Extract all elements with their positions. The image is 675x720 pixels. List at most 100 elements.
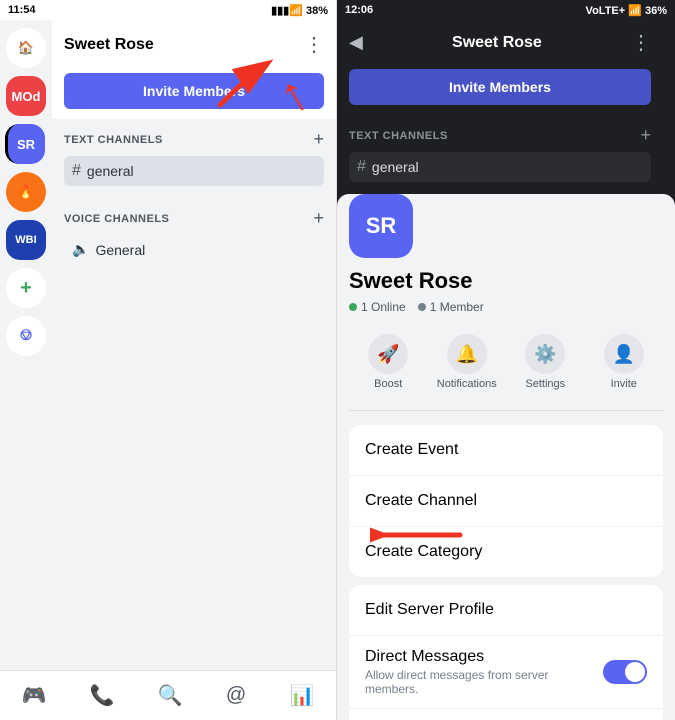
boost-label: Boost	[374, 378, 402, 390]
boost-icon-circle: 🚀	[368, 334, 408, 374]
edit-profile-label: Edit Server Profile	[365, 601, 494, 619]
create-channel-label: Create Channel	[365, 492, 477, 510]
server-info-card: SR Sweet Rose 1 Online 1 Member	[337, 194, 675, 720]
right-status-icons: VoLTE+ 📶 36%	[586, 4, 667, 17]
create-category-label: Create Category	[365, 543, 482, 561]
right-text-channels-header: TEXT CHANNELS +	[349, 125, 651, 146]
nav-at-icon[interactable]: @	[218, 676, 254, 715]
online-label: 1 Online	[361, 300, 406, 314]
hash-icon: #	[72, 162, 81, 180]
server-actions-menu: Create Event Create Channel Create Categ…	[349, 425, 663, 577]
member-stat: 1 Member	[418, 300, 484, 314]
left-bottom-nav: 🎮 📞 🔍 @ 📊	[0, 670, 336, 720]
left-status-bar: 11:54 ▮▮▮📶 38%	[0, 0, 336, 20]
member-label: 1 Member	[430, 300, 484, 314]
notifications-label: Notifications	[437, 378, 497, 390]
edit-profile-item[interactable]: Edit Server Profile	[349, 585, 663, 636]
voice-channels-label: VOICE CHANNELS	[64, 213, 169, 225]
sidebar-item-orange[interactable]: 🔥	[6, 172, 46, 212]
sidebar-item-network[interactable]: ⎊	[6, 316, 46, 356]
invite-icon-circle: 👤	[604, 334, 644, 374]
right-status-bar: 12:06 VoLTE+ 📶 36%	[337, 0, 675, 20]
server-avatar-text: SR	[366, 213, 397, 239]
sidebar-item-add[interactable]: +	[6, 268, 46, 308]
voice-general[interactable]: 🔈 General	[64, 235, 324, 264]
right-scroll[interactable]: ◀ Sweet Rose ⋮ Invite Members TEXT CHANN…	[337, 20, 675, 720]
settings-label: Settings	[525, 378, 565, 390]
dm-title: Direct Messages	[365, 648, 603, 666]
left-time: 11:54	[8, 4, 36, 16]
right-time: 12:06	[345, 4, 373, 16]
voice-channels-section: VOICE CHANNELS + 🔈 General	[52, 198, 336, 274]
nav-activity-icon[interactable]: 📊	[281, 675, 322, 716]
left-server-title: Sweet Rose	[64, 36, 154, 54]
channel-general[interactable]: # general	[64, 156, 324, 186]
left-invite-button[interactable]: Invite Members	[64, 73, 324, 109]
add-voice-channel-button[interactable]: +	[313, 208, 324, 229]
online-stat: 1 Online	[349, 300, 406, 314]
create-event-label: Create Event	[365, 441, 458, 459]
dm-desc: Allow direct messages from server member…	[365, 668, 603, 696]
notifications-action[interactable]: 🔔 Notifications	[428, 328, 507, 396]
channel-general-label: general	[87, 163, 134, 179]
right-panel: 12:06 VoLTE+ 📶 36% ◀ Sweet Rose ⋮ Invite…	[337, 0, 675, 720]
text-channels-header: TEXT CHANNELS +	[64, 129, 324, 150]
sidebar-item-sr[interactable]: SR	[5, 124, 45, 164]
create-category-item[interactable]: Create Category →	[349, 527, 663, 577]
settings-icon-circle: ⚙️	[525, 334, 565, 374]
voice-channels-header: VOICE CHANNELS +	[64, 208, 324, 229]
add-text-channel-button[interactable]: +	[313, 129, 324, 150]
right-server-title: Sweet Rose	[452, 34, 542, 52]
right-text-channels-label: TEXT CHANNELS	[349, 130, 448, 142]
right-server-back-icon[interactable]: ◀	[349, 32, 363, 53]
nav-discord-icon[interactable]: 🎮	[14, 675, 55, 716]
right-text-channels-section: TEXT CHANNELS + # general	[337, 115, 663, 194]
toggle-knob-on	[625, 662, 645, 682]
member-dot	[418, 303, 426, 311]
right-add-text-channel-button[interactable]: +	[640, 125, 651, 146]
nav-search-icon[interactable]: 🔍	[150, 675, 191, 716]
left-status-icons: ▮▮▮📶 38%	[271, 4, 328, 17]
invite-label: Invite	[611, 378, 637, 390]
right-top-section: ◀ Sweet Rose ⋮ Invite Members TEXT CHANN…	[337, 20, 675, 194]
right-channel-general[interactable]: # general	[349, 152, 651, 182]
server-avatar: SR	[349, 194, 413, 258]
online-dot	[349, 303, 357, 311]
invite-action[interactable]: 👤 Invite	[585, 328, 664, 396]
profile-settings-menu: Edit Server Profile Direct Messages Allo…	[349, 585, 663, 720]
hide-muted-item[interactable]: Hide Muted Channels	[349, 709, 663, 720]
notifications-icon-circle: 🔔	[447, 334, 487, 374]
dm-toggle[interactable]	[603, 660, 647, 684]
right-channel-general-label: general	[372, 159, 419, 175]
right-server-header: ◀ Sweet Rose ⋮	[337, 20, 663, 65]
sidebar-wbi-label: WBI	[15, 234, 36, 246]
left-invite-container: Invite Members	[52, 67, 336, 119]
server-stats: 1 Online 1 Member	[349, 300, 663, 314]
speaker-icon: 🔈	[72, 241, 89, 258]
create-channel-item[interactable]: Create Channel	[349, 476, 663, 527]
text-channels-section: TEXT CHANNELS + # general	[52, 119, 336, 198]
server-header: Sweet Rose ⋮	[52, 20, 336, 67]
nav-phone-icon[interactable]: 📞	[82, 675, 123, 716]
left-panel: 11:54 ▮▮▮📶 38% 🏠 MOd SR 🔥 WBI + ⎊	[0, 0, 337, 720]
voice-general-label: General	[95, 242, 145, 258]
direct-messages-item[interactable]: Direct Messages Allow direct messages fr…	[349, 636, 663, 709]
sidebar-sr-label: SR	[17, 137, 35, 152]
create-event-item[interactable]: Create Event	[349, 425, 663, 476]
left-three-dots-button[interactable]: ⋮	[304, 32, 324, 57]
right-invite-container: Invite Members	[337, 65, 663, 115]
right-invite-button[interactable]: Invite Members	[349, 69, 651, 105]
sidebar-item-home[interactable]: 🏠	[6, 28, 46, 68]
settings-action[interactable]: ⚙️ Settings	[506, 328, 585, 396]
server-name-card: Sweet Rose	[349, 268, 663, 294]
server-content: Sweet Rose ⋮ Invite Members TEXT CHANNEL…	[52, 20, 336, 670]
sidebar-mod-label: MOd	[12, 89, 41, 104]
sidebar: 🏠 MOd SR 🔥 WBI + ⎊	[0, 20, 52, 670]
right-three-dots-button[interactable]: ⋮	[631, 30, 651, 55]
boost-action[interactable]: 🚀 Boost	[349, 328, 428, 396]
right-hash-icon: #	[357, 158, 366, 176]
sidebar-item-mod[interactable]: MOd	[6, 76, 46, 116]
sidebar-item-wbi[interactable]: WBI	[6, 220, 46, 260]
action-icons-row: 🚀 Boost 🔔 Notifications ⚙️ Settings 👤 In…	[349, 328, 663, 411]
text-channels-label: TEXT CHANNELS	[64, 134, 163, 146]
